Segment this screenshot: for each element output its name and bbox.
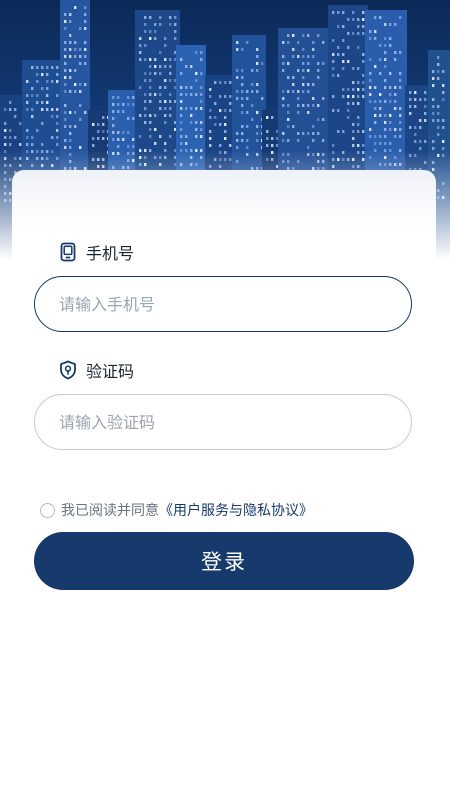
agreement-text: 我已阅读并同意: [61, 500, 159, 520]
code-label-text: 验证码: [86, 358, 134, 382]
agreement-row: 我已阅读并同意 《用户服务与隐私协议》: [40, 500, 313, 520]
verification-code-input[interactable]: [34, 394, 412, 450]
login-button[interactable]: 登录: [34, 532, 414, 590]
login-screen: 手机号 验证码 我已阅读并同意 《用户服务与隐私协议》 登录: [0, 0, 450, 800]
phone-input[interactable]: [34, 276, 412, 332]
privacy-agreement-link[interactable]: 《用户服务与隐私协议》: [159, 500, 313, 520]
shield-icon: [58, 360, 78, 380]
phone-label-text: 手机号: [86, 240, 134, 264]
login-card: [12, 170, 436, 800]
code-field-label: 验证码: [58, 358, 134, 382]
phone-field-label: 手机号: [58, 240, 134, 264]
phone-icon: [58, 242, 78, 262]
agreement-radio[interactable]: [40, 503, 55, 518]
